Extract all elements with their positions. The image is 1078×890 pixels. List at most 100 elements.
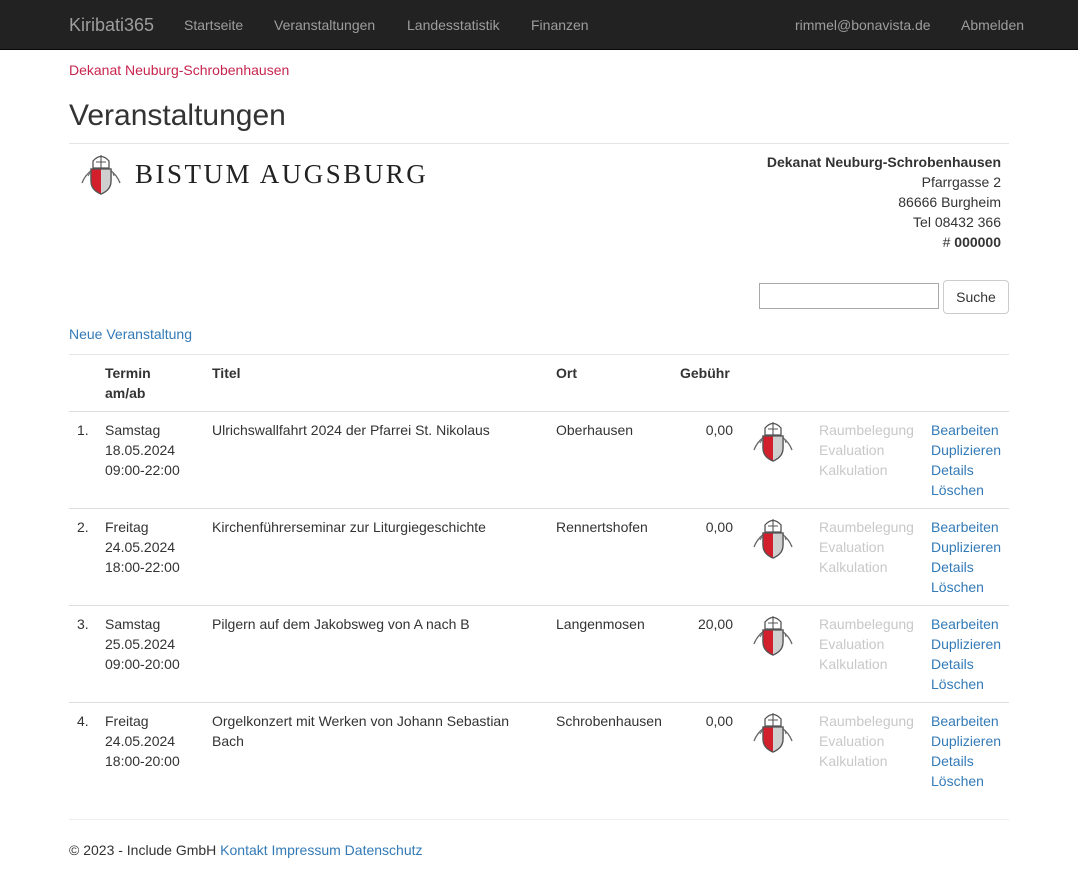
duplicate-link[interactable]: Duplizieren [931, 442, 1001, 458]
footer: © 2023 - Include GmbH Kontakt Impressum … [69, 840, 423, 860]
footer-divider [69, 819, 1009, 820]
delete-link[interactable]: Löschen [931, 773, 984, 789]
bistum-coat-of-arms-icon [751, 711, 795, 753]
logo-text: BISTUM AUGSBURG [135, 159, 429, 189]
kalkulation-link: Kalkulation [819, 753, 888, 769]
row-place: Oberhausen [556, 422, 634, 438]
logout-link[interactable]: Abmelden [961, 15, 1024, 35]
bistum-coat-of-arms-icon [751, 614, 795, 656]
details-link[interactable]: Details [931, 656, 974, 672]
table-top-border [69, 354, 1009, 355]
duplicate-link[interactable]: Duplizieren [931, 636, 1001, 652]
row-termin: Samstag 18.05.2024 09:00-22:00 [105, 420, 180, 480]
row-fee: 0,00 [705, 519, 733, 535]
row-termin: Freitag 24.05.2024 18:00-20:00 [105, 711, 180, 771]
navbar: Kiribati365 Startseite Veranstaltungen L… [0, 0, 1078, 50]
duplicate-link[interactable]: Duplizieren [931, 539, 1001, 555]
row-actions: Bearbeiten Duplizieren Details Löschen [931, 614, 1001, 694]
row-day: Freitag [105, 713, 149, 729]
footer-impressum-link[interactable]: Impressum [272, 842, 341, 858]
row-disabled-links: Raumbelegung Evaluation Kalkulation [819, 420, 914, 480]
evaluation-link: Evaluation [819, 539, 885, 555]
nav-user-link[interactable]: rimmel@bonavista.de [795, 15, 931, 35]
row-title: Orgelkonzert mit Werken von Johann Sebas… [212, 713, 510, 749]
evaluation-link: Evaluation [819, 636, 885, 652]
bistum-coat-of-arms-icon [79, 153, 123, 195]
footer-datenschutz-link[interactable]: Datenschutz [345, 842, 423, 858]
edit-link[interactable]: Bearbeiten [931, 616, 999, 632]
title-divider [69, 143, 1009, 144]
row-termin: Samstag 25.05.2024 09:00-20:00 [105, 614, 180, 674]
row-date: 24.05.2024 [105, 539, 176, 555]
header-termin: Termin am/ab [105, 363, 151, 403]
row-disabled-links: Raumbelegung Evaluation Kalkulation [819, 517, 914, 577]
row-fee: 0,00 [705, 713, 733, 729]
details-link[interactable]: Details [931, 559, 974, 575]
row-divider [69, 411, 1009, 412]
row-place: Schrobenhausen [556, 713, 662, 729]
nav-item-startseite[interactable]: Startseite [184, 15, 243, 35]
row-date: 18.05.2024 [105, 442, 176, 458]
page-title: Veranstaltungen [69, 99, 286, 132]
delete-link[interactable]: Löschen [931, 482, 984, 498]
row-fee: 20,00 [697, 616, 733, 632]
address-name: Dekanat Neuburg-Schrobenhausen [766, 154, 1001, 170]
details-link[interactable]: Details [931, 462, 974, 478]
row-title: Kirchenführerseminar zur Liturgiegeschic… [212, 519, 486, 535]
address-block: Dekanat Neuburg-Schrobenhausen Pfarrgass… [767, 152, 1001, 252]
address-street: Pfarrgasse 2 [921, 174, 1001, 190]
address-phone: Tel 08432 366 [913, 214, 1001, 230]
evaluation-link: Evaluation [819, 733, 885, 749]
edit-link[interactable]: Bearbeiten [931, 713, 999, 729]
kalkulation-link: Kalkulation [819, 656, 888, 672]
row-actions: Bearbeiten Duplizieren Details Löschen [931, 711, 1001, 791]
row-divider [69, 702, 1009, 703]
brand-link[interactable]: Kiribati365 [69, 15, 154, 35]
dekanat-link[interactable]: Dekanat Neuburg-Schrobenhausen [69, 60, 289, 80]
row-fee: 0,00 [705, 422, 733, 438]
header-termin-line1: Termin [105, 365, 151, 381]
nav-item-landesstatistik[interactable]: Landesstatistik [407, 15, 500, 35]
header-ort: Ort [556, 365, 577, 381]
search-button[interactable]: Suche [943, 280, 1009, 314]
header-termin-line2: am/ab [105, 385, 146, 401]
delete-link[interactable]: Löschen [931, 676, 984, 692]
row-termin: Freitag 24.05.2024 18:00-22:00 [105, 517, 180, 577]
row-disabled-links: Raumbelegung Evaluation Kalkulation [819, 711, 914, 771]
raumbelegung-link: Raumbelegung [819, 422, 914, 438]
row-place: Rennertshofen [556, 519, 648, 535]
row-time: 09:00-22:00 [105, 462, 180, 478]
row-time: 18:00-22:00 [105, 559, 180, 575]
new-event-link[interactable]: Neue Veranstaltung [69, 324, 192, 344]
row-actions: Bearbeiten Duplizieren Details Löschen [931, 420, 1001, 500]
address-number-prefix: # [942, 234, 955, 250]
header-gebuehr: Gebühr [680, 365, 730, 381]
row-number: 3. [77, 616, 89, 632]
footer-copyright: © 2023 - Include GmbH [69, 842, 217, 858]
row-title: Pilgern auf dem Jakobsweg von A nach B [212, 616, 470, 632]
address-number-value: 000000 [954, 234, 1001, 250]
nav-item-finanzen[interactable]: Finanzen [531, 15, 589, 35]
row-time: 18:00-20:00 [105, 753, 180, 769]
row-time: 09:00-20:00 [105, 656, 180, 672]
row-date: 25.05.2024 [105, 636, 176, 652]
search-input[interactable] [759, 283, 939, 309]
evaluation-link: Evaluation [819, 442, 885, 458]
bistum-coat-of-arms-icon [751, 420, 795, 462]
footer-kontakt-link[interactable]: Kontakt [220, 842, 267, 858]
edit-link[interactable]: Bearbeiten [931, 422, 999, 438]
raumbelegung-link: Raumbelegung [819, 519, 914, 535]
row-date: 24.05.2024 [105, 733, 176, 749]
delete-link[interactable]: Löschen [931, 579, 984, 595]
kalkulation-link: Kalkulation [819, 462, 888, 478]
duplicate-link[interactable]: Duplizieren [931, 733, 1001, 749]
details-link[interactable]: Details [931, 753, 974, 769]
row-place: Langenmosen [556, 616, 645, 632]
row-day: Samstag [105, 616, 161, 632]
nav-item-veranstaltungen[interactable]: Veranstaltungen [274, 15, 375, 35]
raumbelegung-link: Raumbelegung [819, 713, 914, 729]
kalkulation-link: Kalkulation [819, 559, 888, 575]
bistum-logo: BISTUM AUGSBURG [79, 152, 428, 196]
edit-link[interactable]: Bearbeiten [931, 519, 999, 535]
row-day: Freitag [105, 519, 149, 535]
